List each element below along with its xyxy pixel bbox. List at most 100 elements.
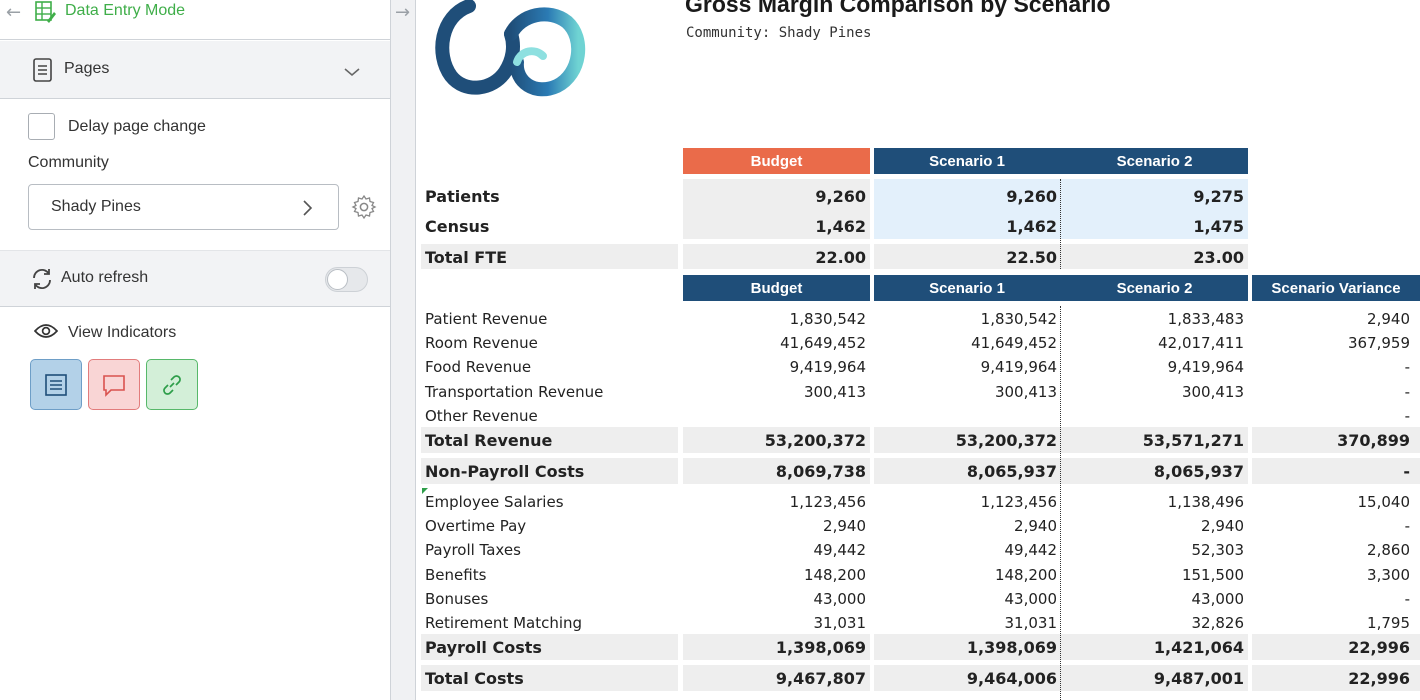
input-row-label: Patients <box>425 186 500 206</box>
report-cell: 9,464,006 <box>966 668 1057 688</box>
report-cell: 148,200 <box>994 566 1057 584</box>
report-row: Total Revenue 53,200,372 53,200,372 53,571,… <box>417 428 1420 452</box>
report-cell: 22,996 <box>1348 668 1410 688</box>
eye-icon <box>33 322 59 344</box>
report-cell: 43,000 <box>1191 590 1245 608</box>
report-cell: 1,123,456 <box>980 493 1057 511</box>
header-budget: Budget <box>683 275 870 301</box>
input-cell[interactable]: 23.00 <box>1061 245 1244 269</box>
arrow-left-icon[interactable]: ← <box>6 2 21 23</box>
report-cell <box>683 404 866 428</box>
input-cell[interactable]: 9,275 <box>1061 184 1244 208</box>
report-row: Other Revenue - <box>417 404 1420 428</box>
report-row: Room Revenue 41,649,452 41,649,452 42,017,4… <box>417 331 1420 355</box>
report-cell: 8,065,937 <box>966 461 1057 481</box>
company-logo <box>431 0 591 102</box>
report-cell: 42,017,411 <box>1158 334 1244 352</box>
top-header-scenario-1: Scenario 1 <box>929 152 1005 170</box>
pages-label: Pages <box>64 60 110 77</box>
report-row-label: Non-Payroll Costs <box>425 461 585 481</box>
report-cell: 8,065,937 <box>1153 461 1244 481</box>
top-header-scenarios: Scenario 1 Scenario 2 <box>874 148 1248 174</box>
report-row: Bonuses 43,000 43,000 43,000 - <box>417 587 1420 611</box>
chevron-right-icon <box>300 198 314 222</box>
report-row: Benefits 148,200 148,200 151,500 3,300 <box>417 563 1420 587</box>
community-label: Community <box>28 154 109 171</box>
link-indicator-button[interactable] <box>146 359 198 410</box>
report-cell: 2,940 <box>1014 517 1057 535</box>
report-cell: 1,795 <box>1367 614 1410 632</box>
report-area: Gross Margin Comparison by Scenario Comm… <box>417 0 1420 700</box>
report-cell: 43,000 <box>1004 590 1058 608</box>
report-cell: 9,419,964 <box>980 358 1057 376</box>
report-cell: 1,138,496 <box>1167 493 1244 511</box>
report-cell: 15,040 <box>1357 493 1411 511</box>
report-row-label: Overtime Pay <box>425 517 527 535</box>
report-cell: - <box>1404 358 1410 376</box>
report-row: Patient Revenue 1,830,542 1,830,542 1,833,4… <box>417 307 1420 331</box>
report-cell: 53,200,372 <box>764 430 866 450</box>
delay-page-change-label: Delay page change <box>68 117 206 135</box>
comment-icon <box>103 374 125 397</box>
report-row-label: Other Revenue <box>425 407 538 425</box>
report-row-label: Payroll Taxes <box>425 541 521 559</box>
delay-page-change-checkbox[interactable] <box>28 113 55 140</box>
report-row-label: Food Revenue <box>425 358 532 376</box>
report-cell: - <box>1404 517 1410 535</box>
report-cell: 1,123,456 <box>789 493 866 511</box>
gear-icon[interactable] <box>351 194 377 224</box>
refresh-icon <box>30 267 54 295</box>
report-cell: 9,419,964 <box>789 358 866 376</box>
auto-refresh-label: Auto refresh <box>61 269 149 286</box>
input-cell[interactable]: 1,462 <box>874 214 1057 238</box>
scenario-divider <box>1060 306 1061 700</box>
report-cell: - <box>1404 590 1410 608</box>
chevron-down-icon[interactable] <box>343 63 361 82</box>
page-icon <box>32 57 54 87</box>
top-header-budget: Budget <box>683 148 870 174</box>
report-cell: 31,031 <box>1004 614 1058 632</box>
document-indicator-button[interactable] <box>30 359 82 410</box>
report-cell: 1,833,483 <box>1167 310 1244 328</box>
spreadsheet-edit-icon <box>34 0 56 28</box>
report-cell: 53,571,271 <box>1142 430 1244 450</box>
report-cell: 148,200 <box>803 566 866 584</box>
input-row-label: Census <box>425 216 490 236</box>
input-cell[interactable]: 1,475 <box>1061 214 1244 238</box>
delay-page-change: Delay page change <box>28 113 206 140</box>
document-icon <box>45 373 67 396</box>
arrow-right-icon[interactable]: → <box>395 2 410 23</box>
top-header-scenario-2: Scenario 2 <box>1116 152 1193 170</box>
view-indicators: View Indicators <box>33 322 176 344</box>
report-title: Gross Margin Comparison by Scenario <box>685 0 1111 17</box>
report-cell: - <box>1404 383 1410 401</box>
report-row: Non-Payroll Costs 8,069,738 8,065,937 8,065… <box>417 459 1420 483</box>
header-scenario-variance: Scenario Variance <box>1252 275 1420 301</box>
report-cell: 31,031 <box>813 614 867 632</box>
header-scenarios: Scenario 1 Scenario 2 <box>874 275 1248 301</box>
auto-refresh-toggle[interactable] <box>325 267 368 292</box>
report-cell: 32,826 <box>1191 614 1245 632</box>
data-entry-mode-bar[interactable]: ← Data Entry Mode <box>0 0 390 40</box>
community-select[interactable]: Shady Pines <box>28 184 339 230</box>
report-cell: 2,860 <box>1367 541 1410 559</box>
report-cell: 49,442 <box>813 541 867 559</box>
report-row-label: Total Costs <box>425 668 524 688</box>
report-row: Food Revenue 9,419,964 9,419,964 9,419,964 - <box>417 355 1420 379</box>
report-cell: 1,830,542 <box>789 310 866 328</box>
input-cell[interactable]: 22.50 <box>874 245 1057 269</box>
pages-section[interactable]: Pages <box>0 41 390 99</box>
community-value: Shady Pines <box>51 198 141 215</box>
report-row: Transportation Revenue 300,413 300,413 300,… <box>417 380 1420 404</box>
report-row-label: Bonuses <box>425 590 489 608</box>
comment-indicator-button[interactable] <box>88 359 140 410</box>
report-row: Total Costs 9,467,807 9,464,006 9,487,001 22… <box>417 666 1420 690</box>
report-row-label: Retirement Matching <box>425 614 583 632</box>
data-entry-mode-label[interactable]: Data Entry Mode <box>65 2 185 20</box>
report-row: Retirement Matching 31,031 31,031 32,826 1,7… <box>417 611 1420 635</box>
input-cell[interactable]: 9,260 <box>874 184 1057 208</box>
report-cell: 9,467,807 <box>775 668 866 688</box>
report-cell: 8,069,738 <box>775 461 866 481</box>
report-row: Payroll Costs 1,398,069 1,398,069 1,421,064… <box>417 635 1420 659</box>
report-row: Payroll Taxes 49,442 49,442 52,303 2,860 <box>417 538 1420 562</box>
